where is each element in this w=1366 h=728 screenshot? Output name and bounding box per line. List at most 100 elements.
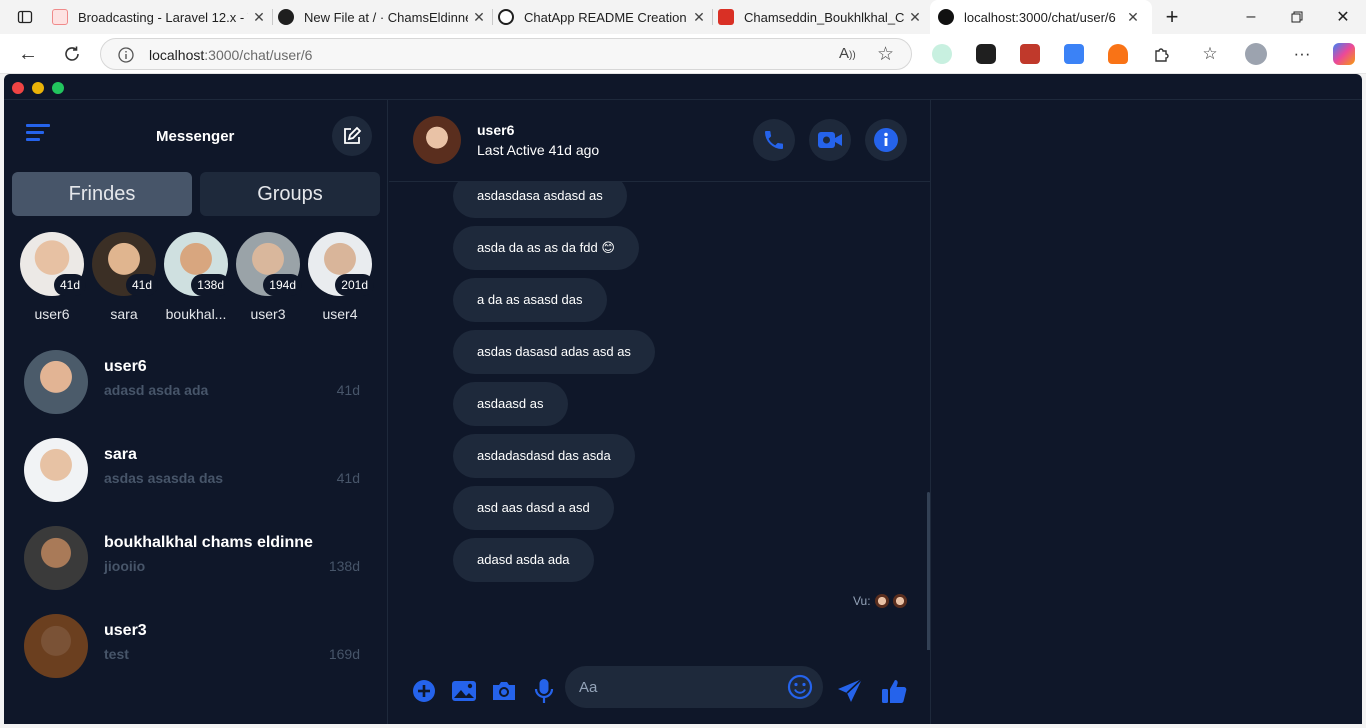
story-item[interactable]: 201d user4 xyxy=(308,232,374,322)
pdf-icon xyxy=(718,9,734,25)
close-icon[interactable]: ✕ xyxy=(688,9,710,26)
close-icon[interactable]: ✕ xyxy=(248,9,270,26)
sidebar-title: Messenger xyxy=(156,128,235,145)
tab-localhost[interactable]: localhost:3000/chat/user/6 ✕ xyxy=(930,0,1152,34)
extension-icon[interactable] xyxy=(932,44,952,64)
conversation-name: user6 xyxy=(104,358,147,375)
conversation-preview: test xyxy=(104,646,129,662)
avatar[interactable] xyxy=(413,116,461,164)
message-bubble: asdadasdasd das asda xyxy=(453,434,635,478)
info-button[interactable] xyxy=(865,119,907,161)
plus-circle-icon xyxy=(413,680,435,702)
conversation-item[interactable]: user3 test 169d xyxy=(4,604,388,690)
message-list[interactable]: asdasdasa asdasd as asda da as as da fdd… xyxy=(389,182,931,650)
tab-title: ChatApp README Creation xyxy=(524,9,687,25)
message-input[interactable] xyxy=(579,677,779,697)
video-call-button[interactable] xyxy=(809,119,851,161)
avatar: 138d xyxy=(164,232,230,296)
story-name: user6 xyxy=(34,306,70,322)
close-icon[interactable]: ✕ xyxy=(1122,9,1144,26)
extension-icon[interactable] xyxy=(1064,44,1084,64)
restore-icon[interactable] xyxy=(1282,2,1312,32)
chatgpt-icon xyxy=(498,9,514,25)
conversation-name: user3 xyxy=(104,622,147,639)
new-message-button[interactable] xyxy=(332,116,372,156)
conversation-name: boukhalkhal chams eldinne xyxy=(104,534,313,551)
profile-avatar-icon[interactable] xyxy=(1242,40,1270,68)
read-aloud-icon[interactable]: A)) xyxy=(839,45,856,62)
call-button[interactable] xyxy=(753,119,795,161)
story-item[interactable]: 138d boukhal... xyxy=(164,232,230,322)
active-badge: 41d xyxy=(125,274,158,296)
like-button[interactable] xyxy=(879,676,909,706)
avatar xyxy=(24,526,88,590)
laravel-icon xyxy=(52,9,68,25)
story-item[interactable]: 194d user3 xyxy=(236,232,302,322)
maximize-dot[interactable] xyxy=(52,82,64,94)
tab-groups[interactable]: Groups xyxy=(200,172,380,216)
conversation-time: 41d xyxy=(336,382,360,398)
refresh-icon[interactable] xyxy=(58,40,86,68)
favorites-icon[interactable]: ☆ xyxy=(1196,40,1224,68)
emoji-icon[interactable] xyxy=(787,674,813,700)
tab-laravel[interactable]: Broadcasting - Laravel 12.x - T ✕ xyxy=(52,2,270,32)
tab-title: New File at / · ChamsEldinne/ xyxy=(304,9,468,25)
add-attachment-button[interactable] xyxy=(409,676,439,706)
sidebar: Messenger Frindes Groups 41d user6 41d s… xyxy=(4,100,388,724)
info-icon[interactable] xyxy=(117,46,135,64)
story-name: boukhal... xyxy=(165,306,227,322)
avatar: 201d xyxy=(308,232,374,296)
conversation-preview: jiooiio xyxy=(104,558,146,574)
extension-icon[interactable] xyxy=(1020,44,1040,64)
chat-contact-name: user6 xyxy=(477,122,515,138)
conversation-item[interactable]: user6 adasd asda ada 41d xyxy=(4,340,388,426)
scrollbar[interactable] xyxy=(927,492,930,650)
minimize-dot[interactable] xyxy=(32,82,44,94)
message-bubble: adasd asda ada xyxy=(453,538,594,582)
microphone-icon xyxy=(534,679,554,703)
conversation-preview: adasd asda ada xyxy=(104,382,209,398)
send-button[interactable] xyxy=(835,676,865,706)
new-tab-icon[interactable]: + xyxy=(1157,2,1187,32)
tab-title: localhost:3000/chat/user/6 xyxy=(964,9,1116,25)
minimize-icon[interactable]: – xyxy=(1236,2,1266,32)
tab-actions-icon[interactable] xyxy=(10,2,40,32)
tab-friends[interactable]: Frindes xyxy=(12,172,192,216)
extensions-puzzle-icon[interactable] xyxy=(1148,40,1176,68)
menu-icon[interactable] xyxy=(26,124,50,146)
tab-github[interactable]: New File at / · ChamsEldinne/ ✕ xyxy=(278,2,490,32)
camera-button[interactable] xyxy=(489,676,519,706)
close-icon[interactable]: ✕ xyxy=(468,9,490,26)
conversation-item[interactable]: boukhalkhal chams eldinne jiooiio 138d xyxy=(4,516,388,602)
close-window-icon[interactable]: ✕ xyxy=(1328,2,1358,32)
message-bubble: asdasdasa asdasd as xyxy=(453,182,627,218)
close-icon[interactable]: ✕ xyxy=(904,9,926,26)
conversation-item[interactable]: sara asdas asasda das 41d xyxy=(4,428,388,514)
chat-status: Last Active 41d ago xyxy=(477,142,600,158)
avatar: 194d xyxy=(236,232,302,296)
seen-indicator: Vu: xyxy=(853,592,907,610)
extension-icon[interactable] xyxy=(1108,44,1128,64)
address-bar[interactable]: localhost:3000/chat/user/6 A)) ☆ xyxy=(100,38,912,70)
details-panel xyxy=(932,100,1362,724)
story-item[interactable]: 41d user6 xyxy=(20,232,86,322)
back-icon[interactable]: ← xyxy=(14,40,42,68)
url-text: localhost:3000/chat/user/6 xyxy=(149,47,313,63)
voice-message-button[interactable] xyxy=(529,676,559,706)
message-bubble: asd aas dasd a asd xyxy=(453,486,614,530)
send-image-button[interactable] xyxy=(449,676,479,706)
tab-chatgpt[interactable]: ChatApp README Creation ✕ xyxy=(498,2,710,32)
story-name: user3 xyxy=(250,306,286,322)
phone-icon xyxy=(765,131,783,149)
copilot-icon[interactable] xyxy=(1330,40,1358,68)
conversation-time: 41d xyxy=(336,470,360,486)
story-item[interactable]: 41d sara xyxy=(92,232,158,322)
more-menu-icon[interactable]: ··· xyxy=(1288,40,1316,68)
close-dot[interactable] xyxy=(12,82,24,94)
favorite-star-icon[interactable]: ☆ xyxy=(877,43,894,66)
tab-pdf[interactable]: Chamseddin_Boukhlkhal_CV.p ✕ xyxy=(718,2,926,32)
extension-icon[interactable] xyxy=(976,44,996,64)
messenger-app: Messenger Frindes Groups 41d user6 41d s… xyxy=(4,74,1362,724)
avatar: 41d xyxy=(20,232,86,296)
active-badge: 138d xyxy=(191,274,230,296)
